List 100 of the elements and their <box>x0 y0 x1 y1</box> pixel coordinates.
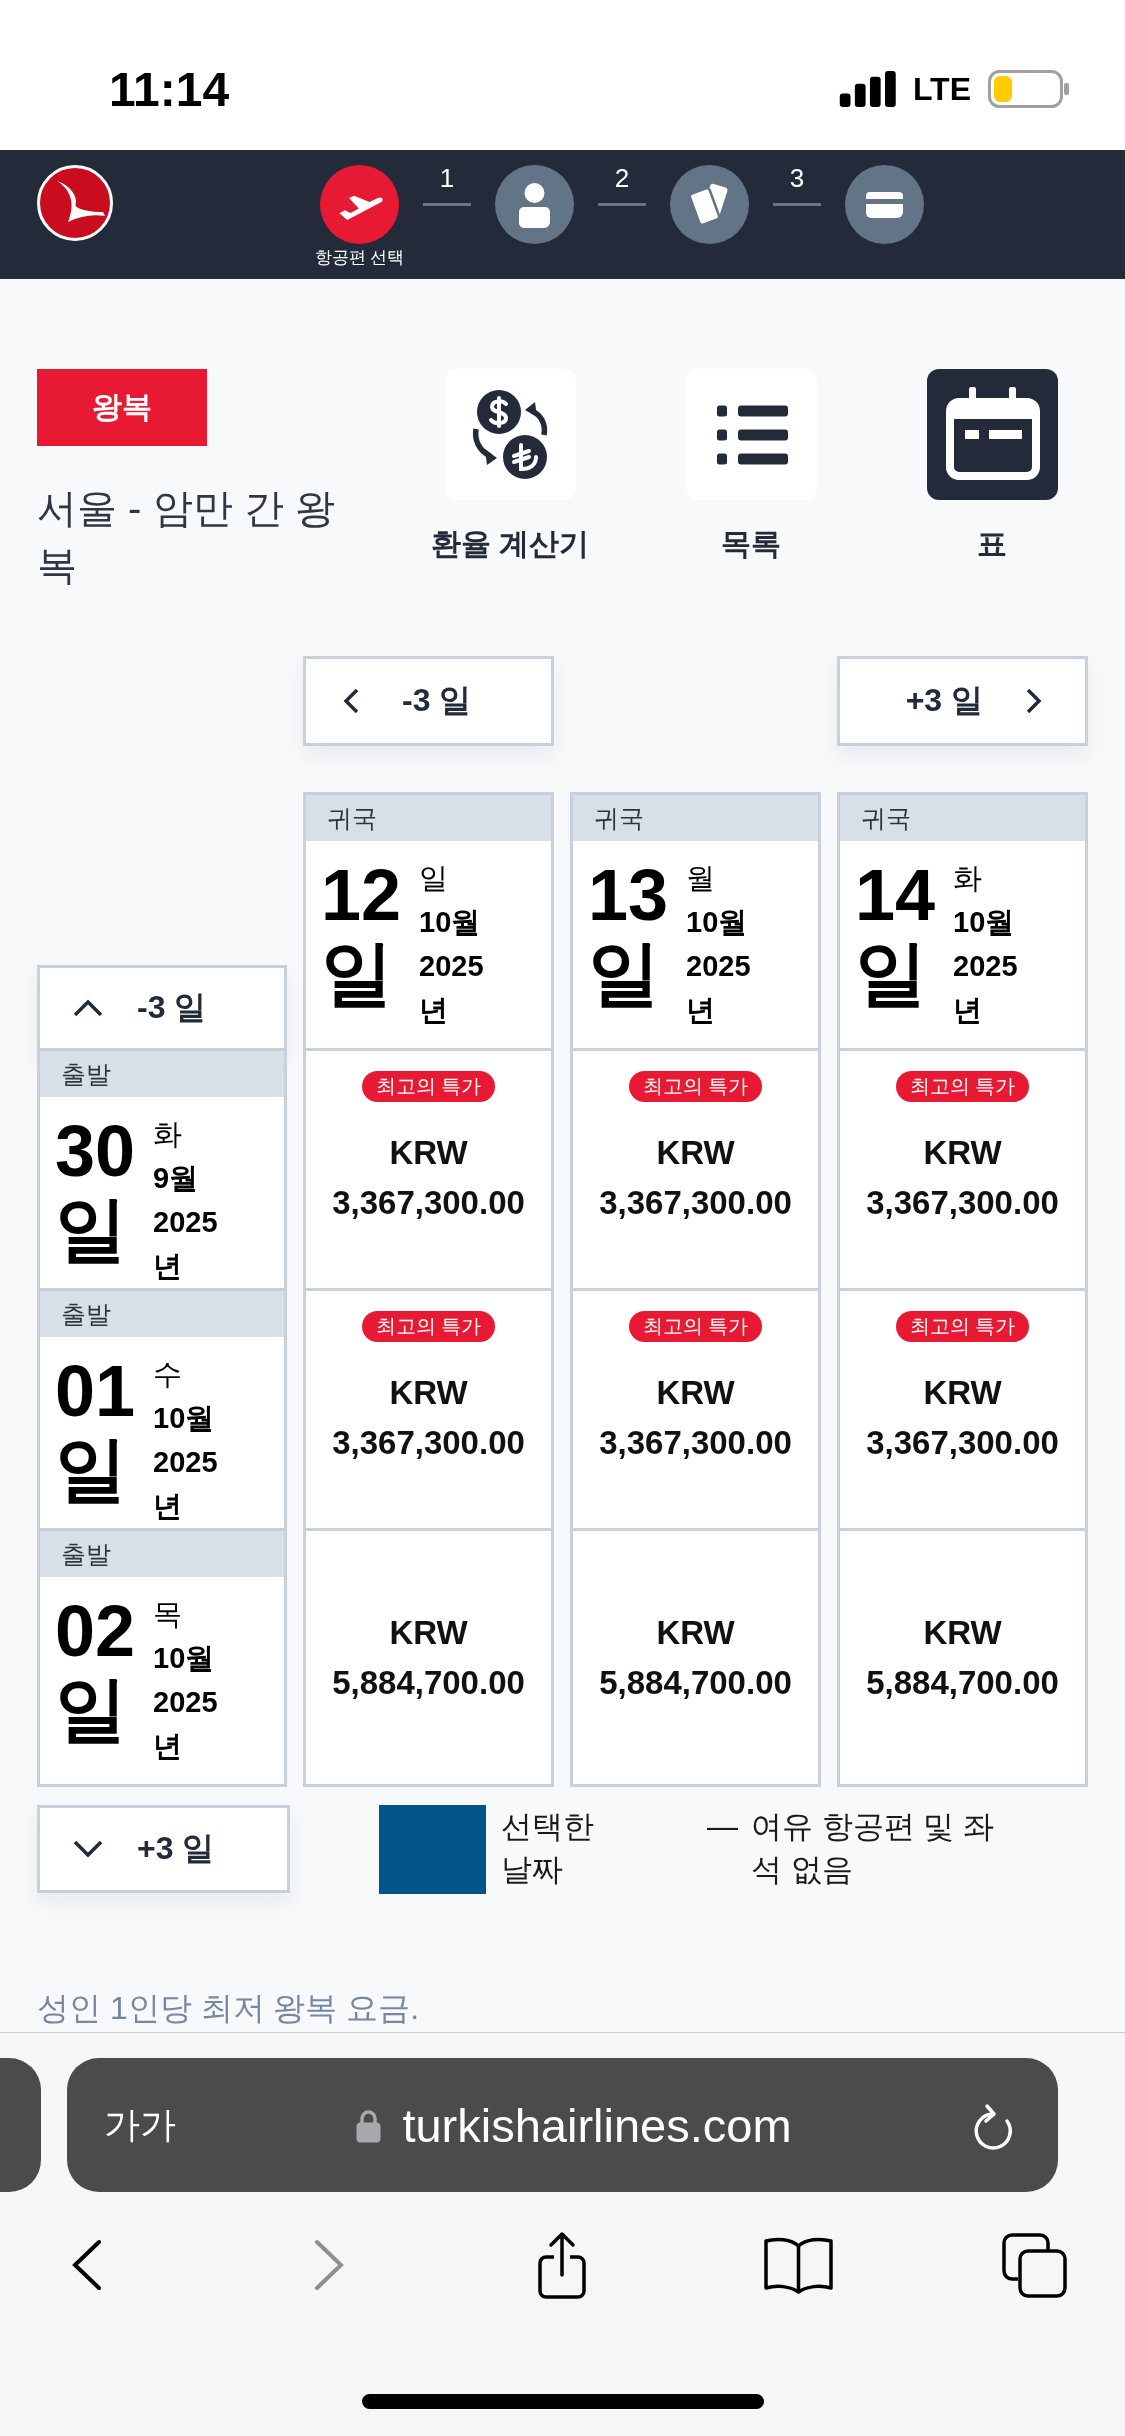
fare-cell[interactable]: 최고의 특가 KRW 3,367,300.00 <box>837 1291 1088 1531</box>
month-label: 10월 <box>953 905 1015 940</box>
fare-amount: 5,884,700.00 <box>599 1663 792 1703</box>
currency-calculator-button[interactable]: 환율 계산기 <box>430 369 590 564</box>
direction-label: 출발 <box>40 1291 284 1337</box>
weekday-label: 화 <box>153 1117 183 1152</box>
weekday-label: 일 <box>419 861 449 896</box>
step-label: 항공편 선택 <box>314 248 405 268</box>
chevron-right-icon <box>1025 688 1043 714</box>
best-deal-badge: 최고의 특가 <box>628 1071 763 1102</box>
text-size-button[interactable]: 가가 <box>104 2100 176 2150</box>
fare-cell[interactable]: 최고의 특가 KRW 3,367,300.00 <box>570 1291 821 1531</box>
year-label: 2025 년 <box>686 949 751 1028</box>
year-label: 2025 년 <box>153 1205 218 1284</box>
best-deal-badge: 최고의 특가 <box>895 1071 1030 1102</box>
currency-label: KRW <box>923 1133 1002 1173</box>
fare-amount: 3,367,300.00 <box>866 1183 1059 1223</box>
best-deal-badge: 최고의 특가 <box>361 1311 496 1342</box>
earlier-dates-button[interactable]: -3 일 <box>37 965 287 1051</box>
month-label: 9월 <box>153 1161 199 1196</box>
network-label: LTE <box>912 70 971 108</box>
fare-amount: 3,367,300.00 <box>332 1423 525 1463</box>
chevron-down-icon <box>72 1839 104 1859</box>
route-title: 서울 - 암만 간 왕복 <box>37 485 336 589</box>
month-label: 10월 <box>686 905 748 940</box>
fare-cell[interactable]: KRW 5,884,700.00 <box>570 1531 821 1787</box>
step-connector <box>598 203 646 206</box>
month-label: 10월 <box>419 905 481 940</box>
later-dates-button[interactable]: +3 일 <box>37 1805 290 1893</box>
direction-label: 출발 <box>40 1531 284 1577</box>
weekday-label: 월 <box>686 861 716 896</box>
bird-logo[interactable] <box>37 165 113 241</box>
weekday-label: 수 <box>153 1357 183 1392</box>
day-number: 30 일 <box>55 1112 136 1268</box>
trip-type-badge: 왕복 <box>37 369 207 446</box>
url-text: turkishairlines.com <box>402 2097 792 2153</box>
year-label: 2025 년 <box>953 949 1018 1028</box>
day-number: 12 일 <box>321 856 402 1012</box>
month-label: 10월 <box>153 1401 215 1436</box>
month-label: 10월 <box>153 1641 215 1676</box>
direction-label: 귀국 <box>573 795 818 841</box>
currency-label: KRW <box>923 1373 1002 1413</box>
chevron-up-icon <box>72 998 104 1018</box>
day-number: 02 일 <box>55 1592 136 1748</box>
list-view-button[interactable]: 목록 <box>685 369 817 564</box>
day-number: 14 일 <box>855 856 936 1012</box>
fare-amount: 5,884,700.00 <box>332 1663 525 1703</box>
fare-cell[interactable]: 최고의 특가 KRW 3,367,300.00 <box>303 1291 554 1531</box>
fare-amount: 3,367,300.00 <box>599 1183 792 1223</box>
fare-cell[interactable]: KRW 5,884,700.00 <box>837 1531 1088 1787</box>
year-label: 2025 년 <box>153 1685 218 1764</box>
currency-label: KRW <box>656 1373 735 1413</box>
best-deal-badge: 최고의 특가 <box>895 1311 1030 1342</box>
fare-cell[interactable]: 최고의 특가 KRW 3,367,300.00 <box>570 1051 821 1291</box>
next-dates-button[interactable]: +3 일 <box>837 656 1088 746</box>
battery-icon <box>988 70 1069 108</box>
fare-cell[interactable]: KRW 5,884,700.00 <box>303 1531 554 1787</box>
step-number: 1 <box>439 165 455 191</box>
direction-label: 귀국 <box>840 795 1085 841</box>
fare-amount: 3,367,300.00 <box>599 1423 792 1463</box>
currency-label: KRW <box>389 1613 468 1653</box>
legend-dash: — <box>707 1808 738 1846</box>
overlapping-squares-icon[interactable] <box>1001 2232 1068 2298</box>
best-deal-badge: 최고의 특가 <box>361 1071 496 1102</box>
fare-amount: 5,884,700.00 <box>866 1663 1059 1703</box>
chevron-left-icon <box>342 688 360 714</box>
lock-icon <box>355 2107 383 2143</box>
legend-label: 선택한 날짜 <box>501 1808 595 1889</box>
year-label: 2025 년 <box>419 949 484 1028</box>
chevron-left-icon[interactable] <box>70 2239 102 2291</box>
step-connector <box>423 203 471 206</box>
fare-footnote: 성인 1인당 최저 왕복 요금. <box>37 1989 420 2028</box>
time-label: 11:14 <box>109 61 230 117</box>
weekday-label: 목 <box>153 1597 183 1632</box>
best-deal-badge: 최고의 특가 <box>628 1311 763 1342</box>
currency-label: KRW <box>656 1613 735 1653</box>
previous-dates-button[interactable]: -3 일 <box>303 656 554 746</box>
book-icon[interactable] <box>763 2235 834 2295</box>
fare-cell[interactable]: 최고의 특가 KRW 3,367,300.00 <box>837 1051 1088 1291</box>
currency-label: KRW <box>923 1613 1002 1653</box>
step-number: 2 <box>614 165 630 191</box>
signal-icon <box>838 71 897 107</box>
currency-label: KRW <box>389 1373 468 1413</box>
table-view-button[interactable]: 표 <box>926 369 1058 564</box>
fare-amount: 3,367,300.00 <box>332 1183 525 1223</box>
step-connector <box>773 203 821 206</box>
weekday-label: 화 <box>953 861 983 896</box>
legend-label: 여유 항공편 및 좌석 없음 <box>751 1808 995 1889</box>
tab-preview[interactable] <box>0 2058 41 2192</box>
currency-label: KRW <box>389 1133 468 1173</box>
chevron-right-icon[interactable] <box>314 2239 346 2291</box>
fare-cell[interactable]: 최고의 특가 KRW 3,367,300.00 <box>303 1051 554 1291</box>
day-number: 13 일 <box>588 856 669 1012</box>
day-number: 01 일 <box>55 1352 136 1508</box>
fare-amount: 3,367,300.00 <box>866 1423 1059 1463</box>
currency-label: KRW <box>656 1133 735 1173</box>
direction-label: 귀국 <box>306 795 551 841</box>
address-bar[interactable]: 가가 turkishairlines.com <box>67 2058 1058 2192</box>
direction-label: 출발 <box>40 1051 284 1097</box>
step-number: 3 <box>789 165 805 191</box>
